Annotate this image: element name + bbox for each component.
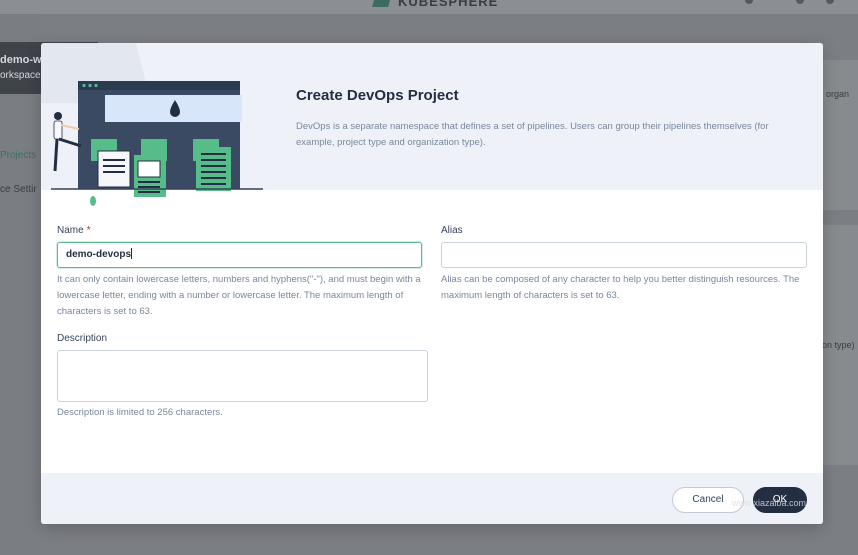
description-textarea[interactable]	[57, 350, 428, 402]
description-label: Description	[57, 333, 108, 344]
background-text: organ	[826, 89, 850, 99]
required-marker: *	[86, 225, 91, 236]
name-label: Name *	[57, 225, 91, 236]
dialog-title: Create DevOps Project	[296, 87, 459, 104]
sidebar-item-settings[interactable]: ce Settir	[0, 184, 37, 195]
watermark-text: www.xiazaiba.com	[732, 498, 807, 508]
brand-name: KUBESPHERE	[398, 0, 499, 9]
alias-hint: Alias can be composed of any character t…	[441, 274, 800, 301]
create-devops-project-dialog: Create DevOps Project DevOps is a separa…	[41, 43, 823, 524]
devops-illustration-icon	[41, 43, 263, 206]
workspace-type: orkspace	[0, 70, 41, 81]
name-label-text: Name	[57, 225, 84, 236]
background-panel	[823, 60, 858, 210]
background-text-lower: on type)	[822, 340, 855, 350]
name-input[interactable]: demo-devops	[57, 242, 422, 268]
text-caret	[131, 248, 133, 259]
alias-input[interactable]	[441, 242, 807, 268]
background-sidebar	[0, 14, 40, 555]
name-input-value: demo-devops	[66, 249, 132, 260]
alias-label: Alias	[441, 225, 463, 236]
description-hint: Description is limited to 256 characters…	[57, 407, 223, 418]
dialog-footer: Cancel OK	[41, 473, 823, 524]
sidebar-item-projects[interactable]: Projects	[0, 150, 36, 161]
name-hint: It can only contain lowercase letters, n…	[57, 274, 421, 317]
dialog-header: Create DevOps Project DevOps is a separa…	[41, 43, 823, 206]
dialog-description: DevOps is a separate namespace that defi…	[296, 121, 769, 148]
